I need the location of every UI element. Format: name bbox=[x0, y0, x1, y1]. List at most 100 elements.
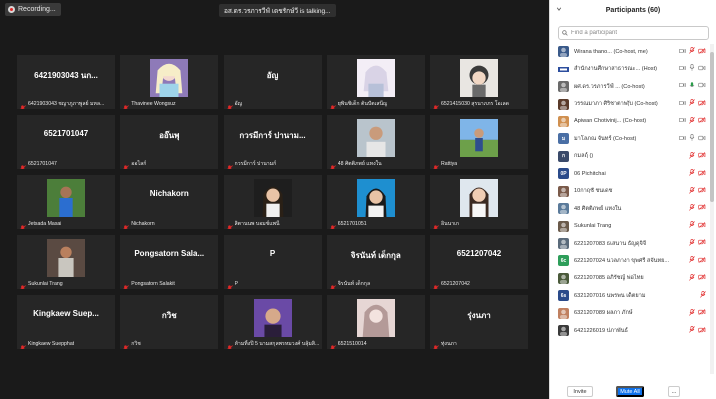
participant-row[interactable]: ผศ.ดร.วรภารวีฟ์ ... (Co-host) bbox=[550, 78, 710, 95]
mic-muted-icon[interactable] bbox=[689, 116, 695, 124]
participant-row[interactable]: 6421226019 ปภาพันธ์ bbox=[550, 322, 710, 339]
camera-off-icon[interactable] bbox=[698, 239, 706, 246]
video-tile[interactable]: Jetsada Masai bbox=[17, 175, 115, 229]
participants-panel: Participants (60) Wirana thano... (Co-ho… bbox=[549, 0, 716, 399]
video-tile[interactable]: 6421903043 นก... 6421903043 ชญาภูภาพูลย์ … bbox=[17, 55, 115, 109]
mic-muted-icon bbox=[432, 280, 439, 289]
participant-row[interactable]: ม มาโลภณ จันทร์ (Co-host) bbox=[550, 130, 710, 147]
camera-off-icon[interactable] bbox=[698, 187, 706, 193]
participant-row[interactable]: Apiwan Chotivinij... (Co-host) bbox=[550, 113, 710, 130]
video-icon[interactable] bbox=[679, 82, 686, 88]
camera-off-icon[interactable] bbox=[698, 99, 706, 106]
tile-name-label: 6521207042 bbox=[432, 279, 470, 289]
video-tile[interactable]: ยุพินชิเด็ก ต้นปัตเสนีญ bbox=[326, 55, 425, 109]
camera-off-icon[interactable] bbox=[698, 152, 706, 159]
video-tile[interactable]: 6521510014 bbox=[326, 295, 425, 349]
mic-talking-icon[interactable] bbox=[689, 82, 695, 89]
tile-label-text: 6521415030 สุรนาภภร โอเลด bbox=[441, 100, 509, 107]
video-tile[interactable]: กวรมีการ์ ปานาม... กวรมีการ์ ปานามก์ bbox=[223, 115, 322, 169]
camera-off-icon[interactable] bbox=[698, 204, 706, 211]
camera-off-icon[interactable] bbox=[698, 47, 706, 54]
participant-row[interactable]: 10กาฤชั ชนเดช bbox=[550, 183, 710, 200]
recording-indicator[interactable]: Recording... bbox=[5, 3, 61, 16]
video-icon[interactable] bbox=[679, 135, 686, 141]
video-tile[interactable]: 6521207042 6521207042 bbox=[430, 235, 528, 289]
video-icon[interactable] bbox=[679, 65, 686, 71]
camera-off-icon[interactable] bbox=[698, 274, 706, 281]
video-tile[interactable]: 6521701047 6521701047 bbox=[17, 115, 115, 169]
mic-muted-icon[interactable] bbox=[689, 221, 695, 229]
video-tile[interactable]: Rattiya bbox=[430, 115, 528, 169]
mic-muted-icon[interactable] bbox=[700, 291, 706, 298]
mic-muted-icon[interactable] bbox=[689, 47, 695, 54]
participant-row[interactable]: 48 ศิตติภพย์ แทงใน bbox=[550, 200, 710, 217]
video-icon[interactable] bbox=[679, 117, 686, 123]
scroll-thumb[interactable] bbox=[710, 52, 714, 202]
participant-row[interactable]: 6c 6221207024 นวลภางา ขุพศรี สจันทย... bbox=[550, 252, 710, 269]
mic-muted-icon[interactable] bbox=[689, 151, 695, 159]
invite-button[interactable]: Invite bbox=[567, 386, 593, 397]
video-tile[interactable]: ออ๊นพุ ออไลก์ bbox=[120, 115, 219, 169]
video-tile[interactable]: 6521415030 สุรนาภภร โอเลด bbox=[430, 55, 528, 109]
participant-name: Wirana thano... (Co-host, me) bbox=[574, 48, 648, 55]
video-tile[interactable]: Pongsatorn Sala... Pongsatorn Salakit bbox=[120, 235, 219, 289]
video-tile[interactable]: กวิช กวิช bbox=[120, 295, 219, 349]
camera-off-icon[interactable] bbox=[698, 326, 706, 333]
camera-icon[interactable] bbox=[698, 65, 706, 71]
participant-row[interactable]: วรรณมาภา ศิริชาตาพ(ับ (Co-host) bbox=[550, 95, 710, 112]
video-tile[interactable]: จิรนันท์ เด็กกุล จิรนันท์ เด็กกุล bbox=[326, 235, 425, 289]
video-tile[interactable]: สิตานนพ บอมช์แพนี bbox=[223, 175, 322, 229]
mic-muted-icon[interactable] bbox=[689, 256, 695, 263]
tile-name-label: ทุ่งนภา bbox=[432, 339, 457, 349]
participant-row[interactable]: 6s 6321207016 นพรพน เด็ตยาม bbox=[550, 287, 710, 304]
camera-off-icon[interactable] bbox=[698, 256, 706, 263]
participant-row[interactable]: 6221207083 ธเสนาน ธัญดุจิจี bbox=[550, 235, 710, 252]
tile-label-text: Pongsatorn Salakit bbox=[131, 280, 175, 287]
camera-off-icon[interactable] bbox=[698, 221, 706, 228]
video-tile[interactable]: PP bbox=[223, 235, 322, 289]
video-tile[interactable]: Nichakorn Nichakorn bbox=[120, 175, 219, 229]
video-tile[interactable]: 6521701051 bbox=[326, 175, 425, 229]
video-tile[interactable]: รุ่งนภา ทุ่งนภา bbox=[430, 295, 528, 349]
video-icon[interactable] bbox=[679, 48, 686, 54]
mute-all-button[interactable]: Mute All bbox=[616, 386, 644, 397]
video-tile[interactable]: ห้ามทิ้งปี 5 นามสกุลพรหมวงศ์ บลุ้มสิ... bbox=[223, 295, 322, 349]
camera-off-icon[interactable] bbox=[698, 117, 706, 124]
participant-row[interactable]: 6221207085 อภิรัชญ์ พ่อไทย bbox=[550, 270, 710, 287]
mic-muted-icon[interactable] bbox=[689, 273, 695, 281]
video-tile[interactable]: อัญ อัญ bbox=[223, 55, 322, 109]
mic-icon[interactable] bbox=[689, 64, 695, 72]
mic-icon[interactable] bbox=[689, 134, 695, 141]
video-tile[interactable]: Thavinee Wongsuz bbox=[120, 55, 219, 109]
search-input[interactable] bbox=[571, 30, 701, 36]
video-tile[interactable]: Sukunlai Trang bbox=[17, 235, 115, 289]
mic-muted-icon[interactable] bbox=[689, 203, 695, 211]
participant-row[interactable]: 6321207089 ผลภา ภักษ์ bbox=[550, 305, 710, 322]
mic-muted-icon[interactable] bbox=[689, 99, 695, 106]
mic-muted-icon[interactable] bbox=[689, 308, 695, 316]
participant-scrollbar[interactable] bbox=[710, 44, 714, 374]
mic-muted-icon[interactable] bbox=[689, 238, 695, 246]
mic-muted-icon[interactable] bbox=[689, 326, 695, 333]
mic-muted-icon[interactable] bbox=[689, 186, 695, 194]
participant-row[interactable]: สำนักงานศึกษาสาธารณะ... (Host) bbox=[550, 60, 710, 77]
video-tile[interactable]: 48 ศิตติภพย์ แทงใน bbox=[326, 115, 425, 169]
camera-icon[interactable] bbox=[698, 82, 706, 88]
mic-muted-icon[interactable] bbox=[689, 169, 695, 176]
video-tile[interactable]: Kingkaew Suep... Kingkaew Suepphat bbox=[17, 295, 115, 349]
participant-row[interactable]: ก กมลฤ์ () bbox=[550, 148, 710, 165]
video-tile[interactable]: อินนาเก bbox=[430, 175, 528, 229]
camera-off-icon[interactable] bbox=[698, 169, 706, 176]
camera-icon[interactable] bbox=[698, 135, 706, 141]
camera-off-icon[interactable] bbox=[698, 309, 706, 315]
participant-search[interactable] bbox=[558, 26, 709, 40]
tile-label-text: P bbox=[234, 280, 238, 287]
video-icon[interactable] bbox=[679, 100, 686, 106]
participant-row[interactable]: Wirana thano... (Co-host, me) bbox=[550, 43, 710, 60]
mic-muted-icon bbox=[432, 100, 439, 109]
participant-row[interactable]: Sukunlai Trang bbox=[550, 217, 710, 234]
participant-row[interactable]: 0P 06 Pichitchai bbox=[550, 165, 710, 182]
chevron-down-icon[interactable] bbox=[556, 6, 562, 12]
participant-status-icons bbox=[679, 116, 706, 124]
more-options-button[interactable]: ... bbox=[668, 386, 680, 397]
